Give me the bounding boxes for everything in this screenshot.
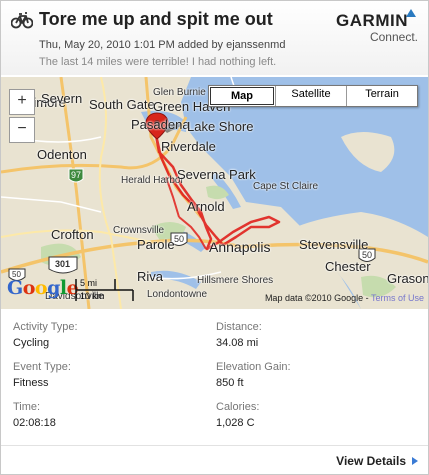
map-type-control: Map Satellite Terrain <box>208 85 418 107</box>
map-attribution: Map data ©2010 Google - Terms of Use <box>265 293 424 303</box>
stat-calories: Calories: 1,028 C <box>216 401 416 429</box>
place-label: Glen Burnie <box>153 87 206 98</box>
zoom-in-button[interactable]: + <box>9 89 35 115</box>
map-type-terrain-button[interactable]: Terrain <box>346 86 417 106</box>
place-label: Severna Park <box>177 167 256 182</box>
place-label: Chester <box>325 259 371 274</box>
stat-label: Distance: <box>216 321 262 333</box>
route-shield-label: 50 <box>174 234 185 244</box>
place-label: Arnold <box>187 199 225 214</box>
place-label: Odenton <box>37 147 87 162</box>
place-label: Londontowne <box>147 289 208 300</box>
activity-meta: Thu, May 20, 2010 1:01 PM added by ejans… <box>39 39 286 51</box>
stat-distance: Distance: 34.08 mi <box>216 321 416 349</box>
stat-value: 850 ft <box>216 377 244 389</box>
logo-triangle-icon <box>406 9 416 17</box>
terms-of-use-link[interactable]: Terms of Use <box>371 293 424 303</box>
map-type-satellite-button[interactable]: Satellite <box>275 86 346 106</box>
stat-label: Elevation Gain: <box>216 361 291 373</box>
place-label: Crofton <box>51 227 94 242</box>
activity-card: Tore me up and spit me out Thu, May 20, … <box>0 0 429 475</box>
place-label: Riverdale <box>161 139 216 154</box>
place-label: Riva <box>137 269 164 284</box>
stat-value: 34.08 mi <box>216 337 259 349</box>
stat-elevation-gain: Elevation Gain: 850 ft <box>216 361 416 389</box>
scale-km-label: 10 km <box>80 291 105 301</box>
google-letter: g <box>47 277 60 299</box>
google-letter: G <box>7 277 23 299</box>
map-scale: 5 mi 10 km <box>75 277 135 303</box>
logo-brand: GARMIN <box>336 11 408 30</box>
place-label: Crownsville <box>113 225 165 236</box>
card-footer: View Details <box>1 445 428 474</box>
place-label: Hillsmere Shores <box>197 275 274 286</box>
view-details-link[interactable]: View Details <box>336 454 418 468</box>
stat-value: 1,028 C <box>216 417 255 429</box>
logo-sub: Connect. <box>369 30 418 44</box>
place-label: Parole <box>137 237 175 252</box>
stat-event-type: Event Type: Fitness <box>13 361 213 389</box>
google-logo[interactable]: Google <box>7 277 79 299</box>
place-label: Cape St Claire <box>253 181 319 192</box>
stat-value: Cycling <box>13 337 50 349</box>
activity-stats: Activity Type: Cycling Distance: 34.08 m… <box>1 315 428 440</box>
place-label: Lake Shore <box>187 119 254 134</box>
place-label: Severn <box>41 91 83 106</box>
stat-label: Time: <box>13 401 41 413</box>
stat-label: Calories: <box>216 401 260 413</box>
route-shield-label: 97 <box>71 170 82 180</box>
arrow-right-icon <box>412 457 418 465</box>
route-shield-label: 301 <box>55 259 71 269</box>
stat-label: Event Type: <box>13 361 71 373</box>
place-label: Herald Harbor <box>121 175 184 186</box>
place-label: Stevensville <box>299 237 369 252</box>
stat-time: Time: 02:08:18 <box>13 401 213 429</box>
zoom-out-button[interactable]: − <box>9 117 35 143</box>
activity-title: Tore me up and spit me out <box>39 9 273 29</box>
google-letter: l <box>59 277 67 299</box>
stat-label: Activity Type: <box>13 321 78 333</box>
route-map[interactable]: Baltimore Glen Burnie Severn South Gate … <box>1 77 428 309</box>
attribution-text: Map data ©2010 Google - <box>264 293 371 303</box>
google-letter: o <box>22 277 36 299</box>
activity-header: Tore me up and spit me out Thu, May 20, … <box>1 1 428 75</box>
place-label: Pasadena <box>131 117 190 132</box>
stat-value: Fitness <box>13 377 49 389</box>
stat-value: 02:08:18 <box>13 417 56 429</box>
stat-activity-type: Activity Type: Cycling <box>13 321 213 349</box>
view-details-label: View Details <box>336 454 406 468</box>
place-label: Annapolis <box>209 239 271 255</box>
garmin-connect-logo[interactable]: GARMIN Connect. <box>336 9 418 44</box>
route-shield-label: 50 <box>362 250 373 260</box>
zoom-control: + − <box>9 89 35 143</box>
place-label: Grasonville <box>387 271 428 286</box>
map-type-map-button[interactable]: Map <box>210 87 274 105</box>
scale-mi-label: 5 mi <box>80 278 98 288</box>
bicycle-icon <box>11 12 33 29</box>
place-label: South Gate <box>89 97 155 112</box>
google-letter: o <box>34 277 48 299</box>
activity-description: The last 14 miles were terrible! I had n… <box>39 56 277 68</box>
